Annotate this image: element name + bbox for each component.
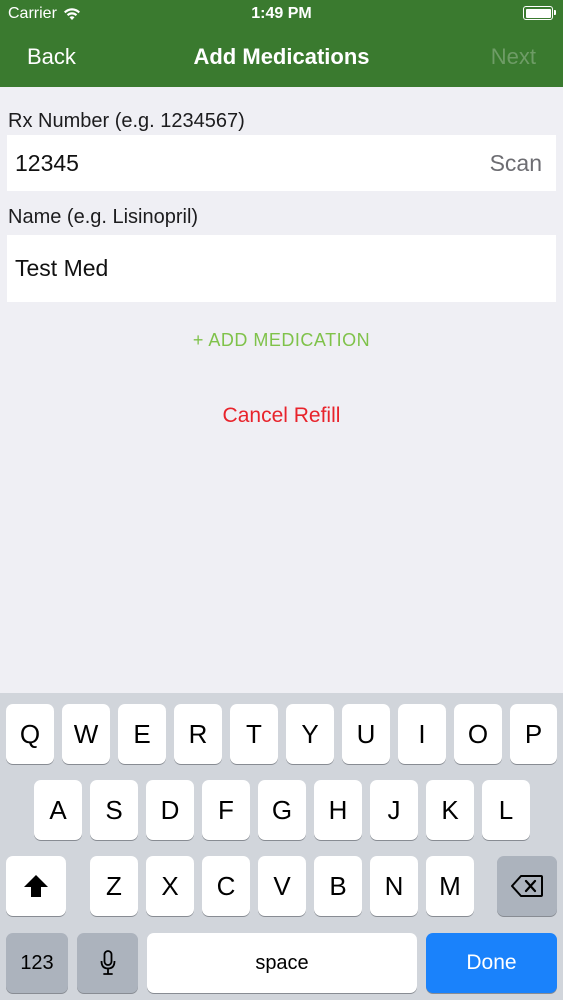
add-medication-button[interactable]: + ADD MEDICATION bbox=[0, 330, 563, 351]
key-i[interactable]: I bbox=[398, 704, 446, 764]
shift-key[interactable] bbox=[6, 856, 66, 916]
rx-number-field-container: Scan bbox=[7, 135, 556, 191]
space-key[interactable]: space bbox=[147, 933, 417, 993]
key-m[interactable]: M bbox=[426, 856, 474, 916]
key-d[interactable]: D bbox=[146, 780, 194, 840]
name-input[interactable] bbox=[15, 255, 548, 282]
key-e[interactable]: E bbox=[118, 704, 166, 764]
key-g[interactable]: G bbox=[258, 780, 306, 840]
key-b[interactable]: B bbox=[314, 856, 362, 916]
key-c[interactable]: C bbox=[202, 856, 250, 916]
key-y[interactable]: Y bbox=[286, 704, 334, 764]
key-j[interactable]: J bbox=[370, 780, 418, 840]
numbers-key[interactable]: 123 bbox=[6, 933, 68, 993]
keyboard: Q W E R T Y U I O P A S D F G H J K L Z … bbox=[0, 693, 563, 1000]
next-button[interactable]: Next bbox=[491, 44, 536, 70]
key-l[interactable]: L bbox=[482, 780, 530, 840]
microphone-icon bbox=[100, 950, 115, 975]
key-z[interactable]: Z bbox=[90, 856, 138, 916]
backspace-icon bbox=[511, 875, 543, 897]
status-time: 1:49 PM bbox=[251, 5, 312, 22]
key-v[interactable]: V bbox=[258, 856, 306, 916]
key-k[interactable]: K bbox=[426, 780, 474, 840]
key-o[interactable]: O bbox=[454, 704, 502, 764]
key-f[interactable]: F bbox=[202, 780, 250, 840]
key-h[interactable]: H bbox=[314, 780, 362, 840]
status-bar: Carrier 1:49 PM bbox=[0, 0, 563, 30]
name-label: Name (e.g. Lisinopril) bbox=[8, 206, 199, 228]
nav-bar: Back Add Medications Next bbox=[0, 30, 563, 87]
rx-number-label: Rx Number (e.g. 1234567) bbox=[8, 110, 245, 132]
dictation-key[interactable] bbox=[77, 933, 138, 993]
cancel-refill-button[interactable]: Cancel Refill bbox=[0, 404, 563, 428]
name-field-container bbox=[7, 235, 556, 302]
shift-arrow-icon bbox=[24, 875, 48, 897]
battery-icon bbox=[523, 6, 556, 20]
key-r[interactable]: R bbox=[174, 704, 222, 764]
delete-key[interactable] bbox=[497, 856, 557, 916]
rx-number-input[interactable] bbox=[15, 149, 490, 177]
key-x[interactable]: X bbox=[146, 856, 194, 916]
key-u[interactable]: U bbox=[342, 704, 390, 764]
page-title: Add Medications bbox=[193, 44, 370, 69]
key-a[interactable]: A bbox=[34, 780, 82, 840]
scan-button[interactable]: Scan bbox=[490, 150, 548, 177]
key-q[interactable]: Q bbox=[6, 704, 54, 764]
back-button[interactable]: Back bbox=[27, 44, 76, 70]
key-s[interactable]: S bbox=[90, 780, 138, 840]
key-t[interactable]: T bbox=[230, 704, 278, 764]
key-p[interactable]: P bbox=[510, 704, 557, 764]
key-w[interactable]: W bbox=[62, 704, 110, 764]
done-key[interactable]: Done bbox=[426, 933, 557, 993]
key-n[interactable]: N bbox=[370, 856, 418, 916]
